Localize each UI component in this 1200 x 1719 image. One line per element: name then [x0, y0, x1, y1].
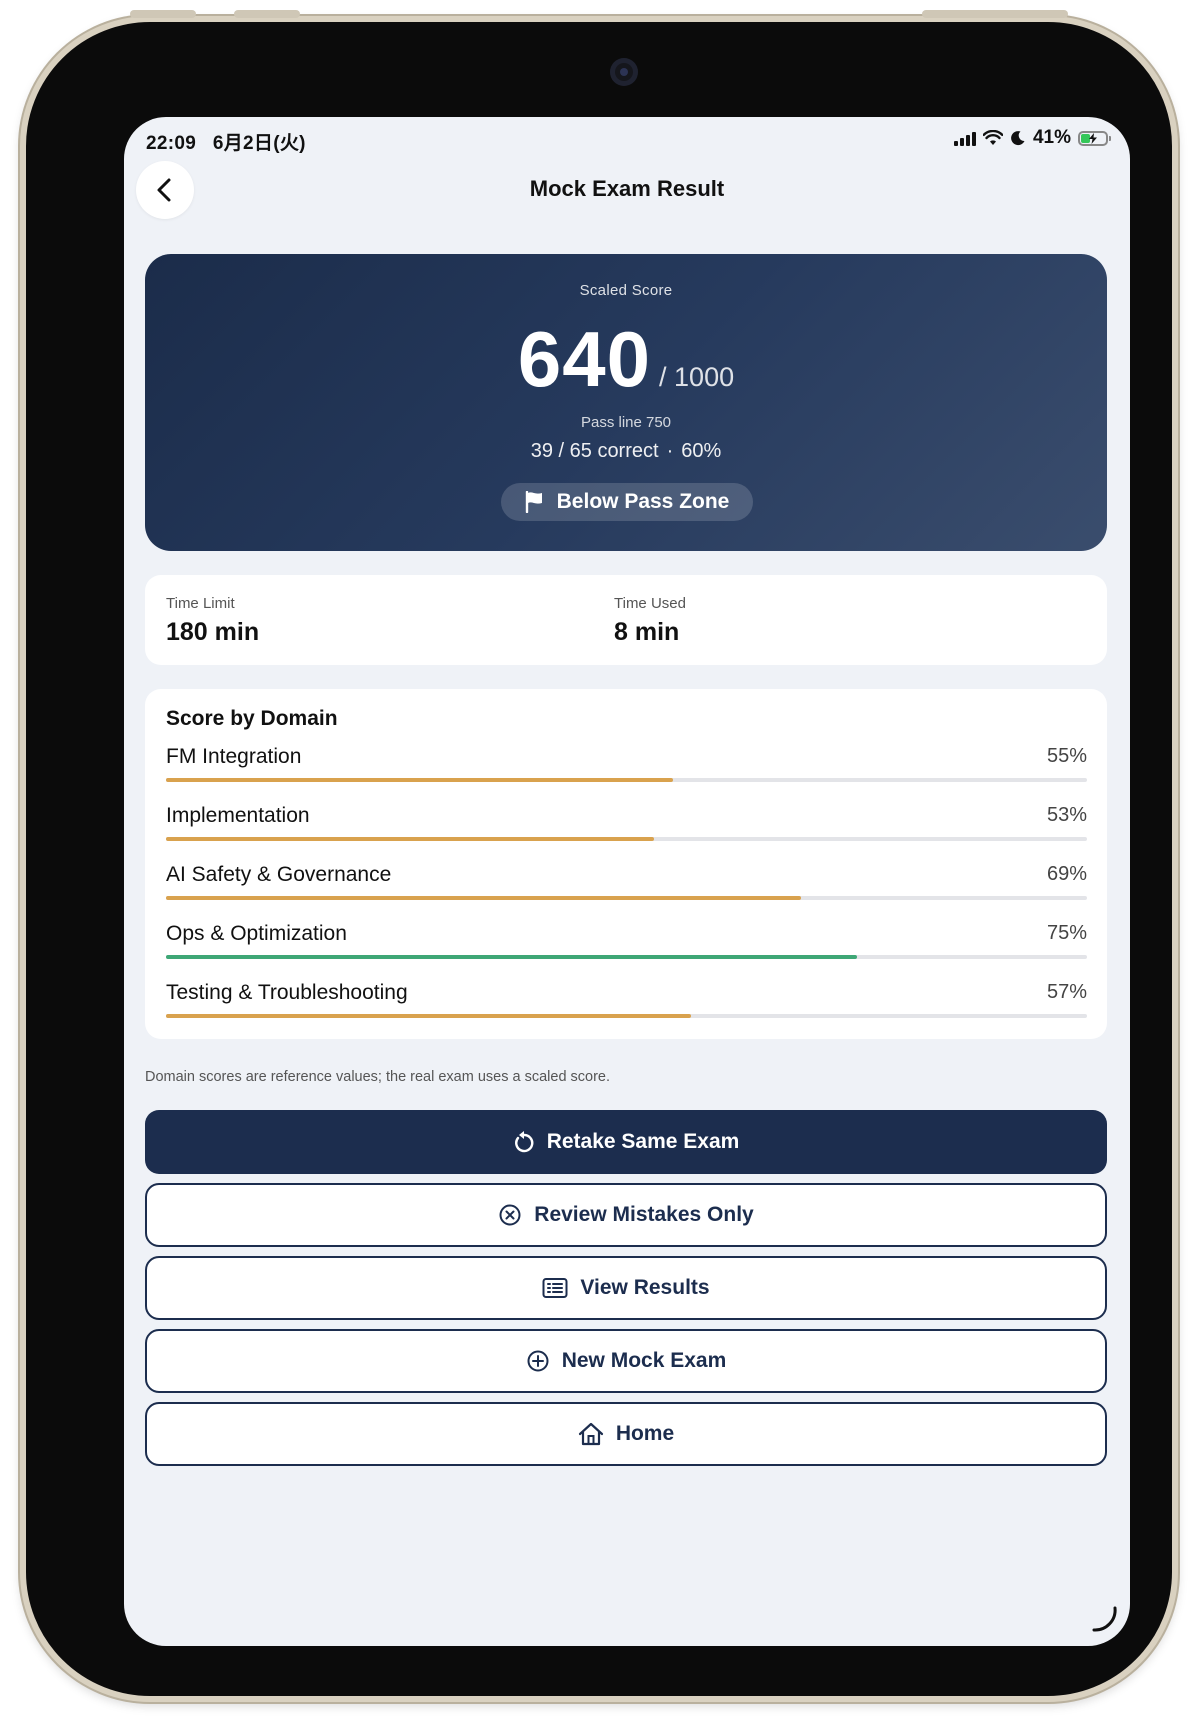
time-used-label: Time Used	[614, 595, 686, 612]
domain-progress-fill	[166, 896, 802, 900]
tablet-frame: 22:09 6月2日(火) 41% Mock Exam Result Scale…	[20, 16, 1178, 1702]
separator-dot: ·	[666, 440, 674, 462]
corner-resize-indicator	[1092, 1606, 1117, 1632]
hardware-power-button	[922, 10, 1068, 18]
x-circle-icon	[499, 1204, 521, 1226]
domain-progress-track	[166, 955, 1087, 959]
time-limit: Time Limit 180 min	[166, 595, 259, 647]
hardware-volume-up-button	[130, 10, 196, 18]
domain-row-fm-integration: FM Integration 55%	[166, 745, 1087, 795]
domain-row-testing: Testing & Troubleshooting 57%	[166, 981, 1087, 1031]
status-date-text: 6月2日(火)	[212, 133, 306, 154]
home-label: Home	[615, 1422, 675, 1445]
time-limit-label: Time Limit	[166, 595, 235, 612]
app-screen: 22:09 6月2日(火) 41% Mock Exam Result Scale…	[124, 117, 1130, 1646]
view-results-button[interactable]: View Results	[145, 1256, 1107, 1320]
domain-name: Ops & Optimization	[166, 922, 347, 945]
domain-row-ai-safety: AI Safety & Governance 69%	[166, 863, 1087, 913]
domain-name: Implementation	[166, 804, 310, 827]
domain-name: Testing & Troubleshooting	[166, 981, 408, 1004]
new-mock-exam-label: New Mock Exam	[561, 1349, 727, 1372]
pass-zone-label: Below Pass Zone	[556, 490, 730, 513]
time-summary-card: Time Limit 180 min Time Used 8 min	[145, 575, 1107, 665]
domain-progress-fill	[166, 955, 857, 959]
battery-icon	[1078, 130, 1111, 146]
retake-exam-button[interactable]: Retake Same Exam	[145, 1110, 1107, 1174]
correct-summary: 39 / 65 correct · 60%	[145, 440, 1107, 463]
wifi-icon	[982, 130, 1003, 145]
review-mistakes-label: Review Mistakes Only	[534, 1203, 754, 1226]
view-results-label: View Results	[580, 1276, 710, 1299]
correct-percent: 60%	[681, 440, 722, 462]
retake-exam-label: Retake Same Exam	[546, 1130, 740, 1153]
status-indicators: 41%	[953, 127, 1111, 149]
domain-percent: 53%	[1046, 804, 1087, 826]
status-bar: 22:09 6月2日(火) 41%	[124, 117, 1130, 161]
moon-icon	[1011, 131, 1025, 146]
domain-row-implementation: Implementation 53%	[166, 804, 1087, 854]
score-value: 640	[517, 315, 652, 403]
cellular-signal-icon	[953, 131, 976, 146]
battery-percent: 41%	[1032, 127, 1071, 148]
status-time-text: 22:09	[146, 133, 197, 154]
score-hero-card: Scaled Score 640 / 1000 Pass line 750 39…	[145, 254, 1107, 551]
domain-percent: 57%	[1046, 981, 1087, 1003]
domain-progress-track	[166, 1014, 1087, 1018]
time-used-value: 8 min	[614, 618, 680, 646]
retry-icon	[514, 1131, 534, 1153]
time-limit-value: 180 min	[166, 618, 260, 646]
domain-score-card: Score by Domain FM Integration 55% Imple…	[145, 689, 1107, 1039]
home-icon	[578, 1422, 603, 1446]
domain-percent: 69%	[1046, 863, 1087, 885]
time-used: Time Used 8 min	[614, 595, 686, 647]
plus-circle-icon	[527, 1350, 549, 1372]
flag-icon	[525, 491, 542, 513]
pass-line: Pass line 750	[580, 414, 672, 431]
review-mistakes-button[interactable]: Review Mistakes Only	[145, 1183, 1107, 1247]
pass-zone-badge: Below Pass Zone	[501, 483, 753, 521]
home-button[interactable]: Home	[145, 1402, 1107, 1466]
domain-score-note: Domain scores are reference values; the …	[145, 1069, 611, 1085]
domain-percent: 75%	[1046, 922, 1087, 944]
domain-progress-track	[166, 837, 1087, 841]
list-document-icon	[542, 1278, 568, 1298]
navigation-bar: Mock Exam Result	[124, 161, 1130, 241]
score-max: / 1000	[659, 362, 735, 392]
score-display: 640 / 1000	[145, 314, 1107, 405]
domain-progress-fill	[166, 1014, 691, 1018]
domain-section-title: Score by Domain	[166, 707, 338, 730]
domain-progress-fill	[166, 837, 655, 841]
status-clock: 22:09 6月2日(火)	[146, 128, 306, 155]
domain-percent: 55%	[1046, 745, 1087, 767]
hardware-volume-down-button	[234, 10, 300, 18]
domain-name: FM Integration	[166, 745, 302, 768]
correct-count: 39 / 65 correct	[530, 440, 659, 462]
domain-progress-fill	[166, 778, 673, 782]
domain-name: AI Safety & Governance	[166, 863, 392, 886]
domain-progress-track	[166, 896, 1087, 900]
domain-row-ops-optimization: Ops & Optimization 75%	[166, 922, 1087, 972]
new-mock-exam-button[interactable]: New Mock Exam	[145, 1329, 1107, 1393]
front-camera	[610, 58, 638, 86]
domain-progress-track	[166, 778, 1087, 782]
scaled-score-label: Scaled Score	[579, 282, 673, 299]
page-title: Mock Exam Result	[529, 176, 725, 201]
